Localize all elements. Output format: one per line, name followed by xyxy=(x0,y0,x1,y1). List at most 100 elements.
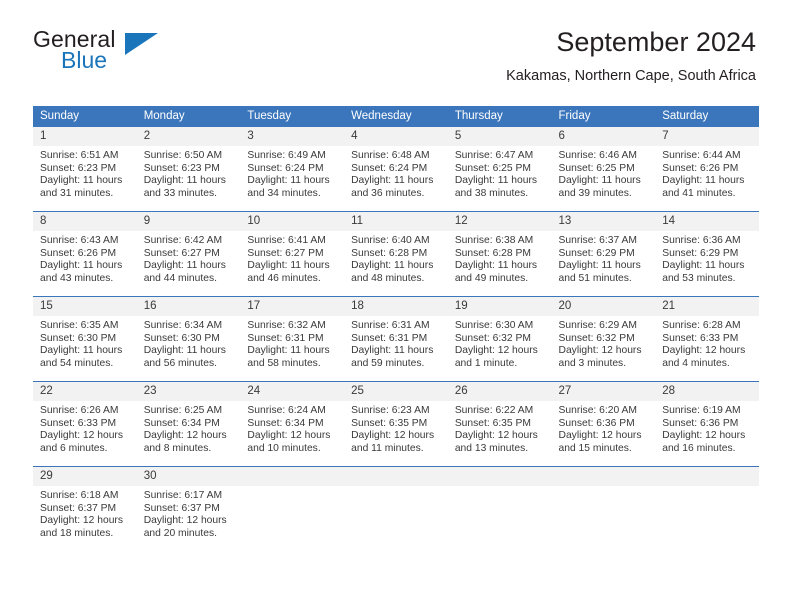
calendar-day-cell[interactable]: 25 Sunrise: 6:23 AM Sunset: 6:35 PM Dayligh… xyxy=(344,381,448,467)
calendar-cell-empty xyxy=(344,466,448,551)
day-cell-inner: 2 Sunrise: 6:50 AM Sunset: 6:23 PM Daylight… xyxy=(136,127,241,211)
day-cell-inner: 25 Sunrise: 6:23 AM Sunset: 6:35 PM Dayligh… xyxy=(344,382,448,466)
calendar-day-cell[interactable]: 11 Sunrise: 6:40 AM Sunset: 6:28 PM Dayligh… xyxy=(344,211,448,297)
calendar-day-cell[interactable]: 15 Sunrise: 6:35 AM Sunset: 6:30 PM Dayligh… xyxy=(33,296,137,382)
calendar-day-cell[interactable]: 1 Sunrise: 6:51 AM Sunset: 6:23 PM Daylight… xyxy=(33,127,137,212)
daylight-duration-line2: and 15 minutes. xyxy=(558,442,632,454)
day-cell-inner: 5 Sunrise: 6:47 AM Sunset: 6:25 PM Daylight… xyxy=(447,127,552,211)
logo-triangle-icon xyxy=(125,33,158,55)
calendar-day-cell[interactable]: 29 Sunrise: 6:18 AM Sunset: 6:37 PM Dayligh… xyxy=(33,466,137,551)
sunset-time: Sunset: 6:36 PM xyxy=(558,417,635,429)
generalblue-logo[interactable]: General Blue xyxy=(33,26,203,82)
day-number: 30 xyxy=(136,467,241,486)
daylight-duration-line2: and 18 minutes. xyxy=(40,527,114,539)
weekday-header-row: Sunday Monday Tuesday Wednesday Thursday… xyxy=(33,106,759,127)
day-sun-info: Sunrise: 6:23 AM Sunset: 6:35 PM Daylight:… xyxy=(344,401,448,455)
day-number xyxy=(655,467,759,486)
title-block: September 2024 Kakamas, Northern Cape, S… xyxy=(506,26,756,86)
calendar-day-cell[interactable]: 7 Sunrise: 6:44 AM Sunset: 6:26 PM Daylight… xyxy=(655,127,759,212)
calendar-day-cell[interactable]: 12 Sunrise: 6:38 AM Sunset: 6:28 PM Dayligh… xyxy=(447,211,552,297)
calendar-day-cell[interactable]: 17 Sunrise: 6:32 AM Sunset: 6:31 PM Dayligh… xyxy=(240,296,345,382)
day-number: 26 xyxy=(447,382,552,401)
weekday-header-friday: Friday xyxy=(551,106,656,127)
calendar-week-row: 29 Sunrise: 6:18 AM Sunset: 6:37 PM Dayligh… xyxy=(33,466,759,551)
daylight-duration-line1: Daylight: 12 hours xyxy=(454,345,538,357)
calendar-day-cell[interactable]: 16 Sunrise: 6:34 AM Sunset: 6:30 PM Dayligh… xyxy=(136,296,241,382)
calendar-day-cell[interactable]: 30 Sunrise: 6:17 AM Sunset: 6:37 PM Dayligh… xyxy=(136,466,241,551)
daylight-duration-line1: Daylight: 11 hours xyxy=(454,260,538,272)
day-cell-inner xyxy=(240,467,345,551)
day-cell-inner: 15 Sunrise: 6:35 AM Sunset: 6:30 PM Dayligh… xyxy=(33,297,137,381)
day-cell-inner: 19 Sunrise: 6:30 AM Sunset: 6:32 PM Dayligh… xyxy=(447,297,552,381)
daylight-duration-line1: Daylight: 11 hours xyxy=(351,175,434,187)
day-sun-info: Sunrise: 6:18 AM Sunset: 6:37 PM Daylight:… xyxy=(33,486,137,540)
daylight-duration-line2: and 56 minutes. xyxy=(143,357,217,369)
day-sun-info: Sunrise: 6:28 AM Sunset: 6:33 PM Daylight:… xyxy=(655,316,759,370)
sunset-time: Sunset: 6:25 PM xyxy=(454,162,531,174)
calendar-day-cell[interactable]: 13 Sunrise: 6:37 AM Sunset: 6:29 PM Dayligh… xyxy=(551,211,656,297)
calendar-day-cell[interactable]: 10 Sunrise: 6:41 AM Sunset: 6:27 PM Dayligh… xyxy=(240,211,345,297)
day-sun-info: Sunrise: 6:48 AM Sunset: 6:24 PM Daylight:… xyxy=(344,146,448,200)
daylight-duration-line1: Daylight: 11 hours xyxy=(351,345,434,357)
day-number: 11 xyxy=(344,212,448,231)
day-number: 24 xyxy=(240,382,345,401)
daylight-duration-line1: Daylight: 11 hours xyxy=(143,345,226,357)
daylight-duration-line2: and 33 minutes. xyxy=(143,187,217,199)
sunset-time: Sunset: 6:33 PM xyxy=(662,332,739,344)
day-sun-info xyxy=(448,486,552,490)
calendar-day-cell[interactable]: 2 Sunrise: 6:50 AM Sunset: 6:23 PM Daylight… xyxy=(136,127,241,212)
daylight-duration-line1: Daylight: 11 hours xyxy=(247,345,330,357)
calendar-day-cell[interactable]: 5 Sunrise: 6:47 AM Sunset: 6:25 PM Daylight… xyxy=(447,127,552,212)
calendar-week-row: 8 Sunrise: 6:43 AM Sunset: 6:26 PM Daylight… xyxy=(33,211,759,297)
daylight-duration-line2: and 16 minutes. xyxy=(662,442,736,454)
day-number xyxy=(551,467,656,486)
calendar-day-cell[interactable]: 9 Sunrise: 6:42 AM Sunset: 6:27 PM Daylight… xyxy=(136,211,241,297)
calendar-day-cell[interactable]: 24 Sunrise: 6:24 AM Sunset: 6:34 PM Dayligh… xyxy=(240,381,345,467)
day-number: 21 xyxy=(655,297,759,316)
daylight-duration-line2: and 54 minutes. xyxy=(40,357,114,369)
daylight-duration-line1: Daylight: 11 hours xyxy=(662,260,745,272)
calendar-day-cell[interactable]: 14 Sunrise: 6:36 AM Sunset: 6:29 PM Dayligh… xyxy=(655,211,759,297)
sunrise-time: Sunrise: 6:42 AM xyxy=(143,235,223,246)
day-number: 15 xyxy=(33,297,137,316)
day-cell-inner: 28 Sunrise: 6:19 AM Sunset: 6:36 PM Dayligh… xyxy=(655,382,759,466)
logo-text-blue: Blue xyxy=(61,47,108,73)
day-sun-info: Sunrise: 6:38 AM Sunset: 6:28 PM Daylight:… xyxy=(448,231,552,285)
day-sun-info: Sunrise: 6:41 AM Sunset: 6:27 PM Daylight:… xyxy=(240,231,344,285)
sunset-time: Sunset: 6:34 PM xyxy=(143,417,220,429)
day-number: 7 xyxy=(655,127,759,146)
calendar-day-cell[interactable]: 8 Sunrise: 6:43 AM Sunset: 6:26 PM Daylight… xyxy=(33,211,137,297)
day-number: 3 xyxy=(240,127,345,146)
daylight-duration-line1: Daylight: 11 hours xyxy=(40,260,123,272)
calendar-day-cell[interactable]: 22 Sunrise: 6:26 AM Sunset: 6:33 PM Dayligh… xyxy=(33,381,137,467)
calendar-day-cell[interactable]: 18 Sunrise: 6:31 AM Sunset: 6:31 PM Dayligh… xyxy=(344,296,448,382)
day-cell-inner: 24 Sunrise: 6:24 AM Sunset: 6:34 PM Dayligh… xyxy=(240,382,345,466)
day-sun-info xyxy=(655,486,759,490)
calendar-day-cell[interactable]: 26 Sunrise: 6:22 AM Sunset: 6:35 PM Dayligh… xyxy=(447,381,552,467)
calendar-day-cell[interactable]: 28 Sunrise: 6:19 AM Sunset: 6:36 PM Dayligh… xyxy=(655,381,759,467)
calendar-day-cell[interactable]: 27 Sunrise: 6:20 AM Sunset: 6:36 PM Dayligh… xyxy=(551,381,656,467)
weekday-header-thursday: Thursday xyxy=(447,106,552,127)
calendar-day-cell[interactable]: 6 Sunrise: 6:46 AM Sunset: 6:25 PM Daylight… xyxy=(551,127,656,212)
calendar-day-cell[interactable]: 23 Sunrise: 6:25 AM Sunset: 6:34 PM Dayligh… xyxy=(136,381,241,467)
page-header: General Blue September 2024 Kakamas, Nor… xyxy=(0,26,792,100)
calendar-week-row: 15 Sunrise: 6:35 AM Sunset: 6:30 PM Dayligh… xyxy=(33,296,759,382)
daylight-duration-line2: and 1 minute. xyxy=(454,357,518,369)
sunrise-time: Sunrise: 6:32 AM xyxy=(247,320,326,331)
daylight-duration-line1: Daylight: 12 hours xyxy=(143,430,227,442)
day-number: 22 xyxy=(33,382,137,401)
day-sun-info: Sunrise: 6:17 AM Sunset: 6:37 PM Daylight:… xyxy=(137,486,241,540)
sunset-time: Sunset: 6:29 PM xyxy=(558,247,635,259)
daylight-duration-line2: and 31 minutes. xyxy=(40,187,114,199)
calendar-day-cell[interactable]: 3 Sunrise: 6:49 AM Sunset: 6:24 PM Daylight… xyxy=(240,127,345,212)
calendar-day-cell[interactable]: 19 Sunrise: 6:30 AM Sunset: 6:32 PM Dayligh… xyxy=(447,296,552,382)
day-sun-info xyxy=(552,486,656,490)
sunrise-time: Sunrise: 6:49 AM xyxy=(247,150,326,161)
calendar-day-cell[interactable]: 4 Sunrise: 6:48 AM Sunset: 6:24 PM Daylight… xyxy=(344,127,448,212)
day-number: 2 xyxy=(136,127,241,146)
sunset-time: Sunset: 6:23 PM xyxy=(143,162,220,174)
calendar-day-cell[interactable]: 20 Sunrise: 6:29 AM Sunset: 6:32 PM Dayligh… xyxy=(551,296,656,382)
sunrise-time: Sunrise: 6:35 AM xyxy=(40,320,119,331)
calendar-day-cell[interactable]: 21 Sunrise: 6:28 AM Sunset: 6:33 PM Dayligh… xyxy=(655,296,759,382)
sunset-time: Sunset: 6:28 PM xyxy=(351,247,428,259)
